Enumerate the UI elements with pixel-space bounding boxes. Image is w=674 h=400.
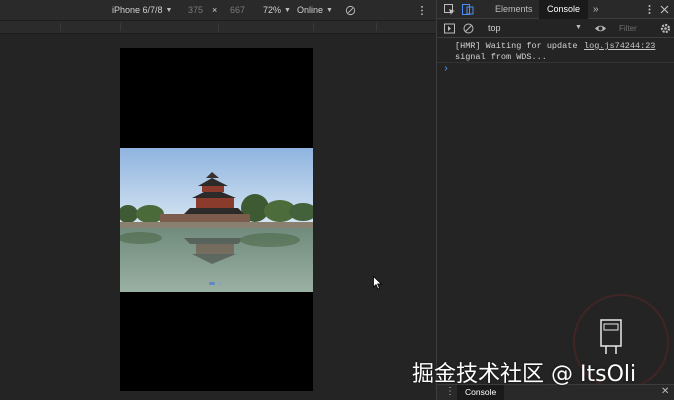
- carousel-indicator[interactable]: [209, 282, 221, 285]
- device-toolbar-toggle-icon[interactable]: [461, 3, 474, 16]
- console-filter-input[interactable]: Filter: [615, 22, 659, 35]
- watermark-text: 掘金技术社区 @ ItsOli: [412, 362, 637, 387]
- console-message-text: [HMR] Waiting for update signal from WDS…: [455, 41, 578, 62]
- device-toolbar: iPhone 6/7/8 ▼ 375 × 667 72% ▼ Online ▼: [0, 0, 436, 20]
- device-select[interactable]: iPhone 6/7/8 ▼: [112, 0, 172, 20]
- tab-elements[interactable]: Elements: [487, 0, 541, 19]
- ruler-tick: [60, 23, 61, 31]
- console-toolbar: top ▼ Filter: [437, 19, 674, 38]
- close-icon[interactable]: ✕: [661, 386, 669, 397]
- ruler-tick: [376, 23, 377, 31]
- device-emulation-pane: iPhone 6/7/8 ▼ 375 × 667 72% ▼ Online ▼: [0, 0, 436, 400]
- chevron-down-icon: ▼: [284, 6, 291, 14]
- more-tabs-button[interactable]: »: [593, 0, 599, 19]
- tab-console[interactable]: Console: [539, 0, 589, 19]
- forbidden-city-photo: [120, 148, 313, 292]
- chevron-down-icon[interactable]: ▼: [575, 24, 582, 31]
- eye-icon[interactable]: [594, 22, 607, 35]
- carousel-image[interactable]: [120, 148, 313, 292]
- zoom-value: 72%: [263, 5, 282, 15]
- console-message-source-link[interactable]: log.js74244:23: [584, 41, 655, 51]
- carousel-dot[interactable]: [218, 282, 221, 285]
- dimension-separator: ×: [212, 5, 218, 15]
- network-throttle-select[interactable]: Online ▼: [297, 0, 333, 20]
- gear-icon[interactable]: [659, 22, 672, 35]
- mouse-pointer-icon: [373, 276, 383, 290]
- ruler-tick: [313, 23, 314, 31]
- rotate-icon: [345, 5, 356, 15]
- sidebar-toggle-icon[interactable]: [443, 22, 456, 35]
- kebab-menu-icon: [421, 5, 423, 15]
- devtools-panel: Elements Console » top ▼ Filter [HMR] Wa…: [436, 0, 674, 400]
- inspect-element-icon[interactable]: [443, 3, 456, 16]
- kebab-menu-icon[interactable]: [643, 3, 656, 16]
- rotate-button[interactable]: [345, 0, 356, 20]
- clear-console-icon[interactable]: [462, 22, 475, 35]
- context-select[interactable]: top: [488, 23, 501, 33]
- device-name: iPhone 6/7/8: [112, 5, 163, 15]
- zoom-select[interactable]: 72% ▼: [263, 0, 291, 20]
- ruler-tick: [120, 23, 121, 31]
- ruler-tick: [218, 23, 219, 31]
- height-input[interactable]: 667: [230, 0, 245, 20]
- network-value: Online: [297, 5, 324, 15]
- chevron-down-icon: ▼: [326, 6, 333, 14]
- width-input[interactable]: 375: [188, 0, 203, 20]
- device-viewport[interactable]: [120, 48, 313, 391]
- media-query-ruler[interactable]: [0, 20, 436, 34]
- more-options-button[interactable]: [420, 0, 424, 20]
- console-message: [HMR] Waiting for update signal from WDS…: [437, 38, 674, 63]
- close-icon[interactable]: [658, 3, 671, 16]
- chevron-down-icon: ▼: [165, 6, 173, 14]
- devtools-tabbar: Elements Console »: [437, 0, 674, 19]
- carousel-dot-active[interactable]: [209, 282, 215, 285]
- console-prompt[interactable]: ›: [443, 64, 449, 75]
